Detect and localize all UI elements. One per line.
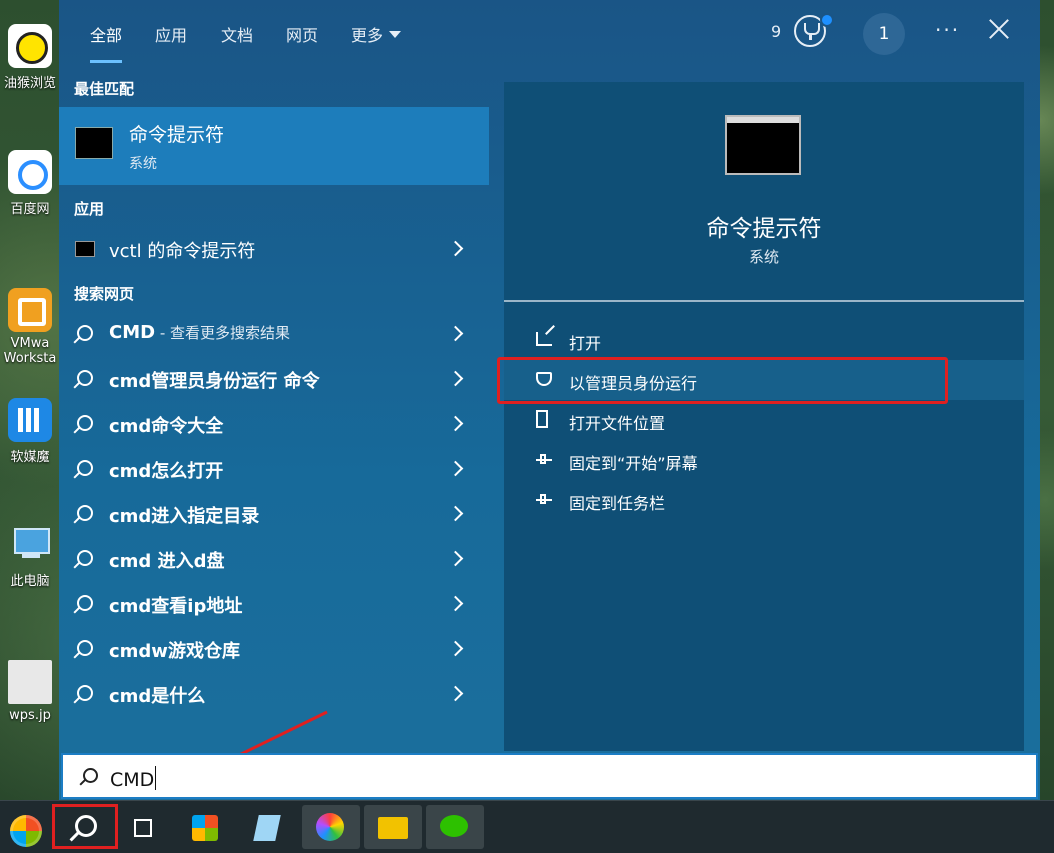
best-match-name: 命令提示符 bbox=[129, 124, 225, 146]
web-result-item[interactable]: cmdw游戏仓库 bbox=[59, 629, 489, 669]
search-icon bbox=[77, 550, 93, 566]
folder-icon bbox=[378, 817, 408, 839]
web-result-item[interactable]: cmd进入指定目录 bbox=[59, 494, 489, 534]
tab-bar: 全部 应用 文档 网页 更多 9 1 ··· bbox=[59, 0, 1040, 66]
search-icon bbox=[77, 505, 93, 521]
search-icon bbox=[77, 640, 93, 656]
windows-logo-icon bbox=[10, 815, 42, 847]
web-result-item[interactable]: cmd命令大全 bbox=[59, 404, 489, 444]
web-result-item[interactable]: CMD - 查看更多搜索结果 bbox=[59, 314, 489, 354]
browser-icon bbox=[8, 24, 52, 68]
desktop-icon-youhou-browser[interactable]: 油猴浏览 bbox=[0, 24, 60, 91]
wechat-icon bbox=[440, 815, 468, 837]
search-icon bbox=[77, 325, 93, 341]
account-avatar[interactable]: 1 bbox=[863, 13, 905, 55]
highlight-box-run-as-admin bbox=[497, 357, 948, 404]
image-file-icon bbox=[8, 660, 52, 704]
windows-tiles-icon bbox=[8, 398, 52, 442]
taskbar-app[interactable] bbox=[240, 805, 298, 849]
taskbar bbox=[0, 800, 1054, 853]
search-icon bbox=[77, 460, 93, 476]
preview-title: 命令提示符 bbox=[706, 216, 822, 242]
desktop-icon-ruanmei[interactable]: 软媒魔 bbox=[0, 398, 60, 465]
chevron-right-icon[interactable] bbox=[447, 240, 464, 257]
desktop-icon-vmware[interactable]: VMwa Worksta bbox=[0, 288, 60, 366]
web-result-item[interactable]: cmd查看ip地址 bbox=[59, 584, 489, 624]
section-best-match: 最佳匹配 bbox=[74, 80, 135, 98]
search-input-value: CMD bbox=[110, 769, 155, 791]
web-result-item[interactable]: cmd是什么 bbox=[59, 674, 489, 714]
folder-icon bbox=[536, 410, 548, 428]
chevron-right-icon[interactable] bbox=[447, 415, 464, 432]
pin-icon bbox=[536, 454, 552, 475]
action-open-file-location[interactable]: 打开文件位置 bbox=[504, 400, 1024, 440]
tab-apps[interactable]: 应用 bbox=[155, 22, 187, 46]
taskbar-wechat[interactable] bbox=[426, 805, 484, 849]
chevron-right-icon[interactable] bbox=[447, 595, 464, 612]
close-icon[interactable] bbox=[988, 18, 1010, 40]
search-icon bbox=[83, 768, 98, 783]
store-icon bbox=[192, 815, 218, 841]
best-match-item[interactable]: 命令提示符 系统 bbox=[59, 107, 489, 185]
desktop-icon-wps-jpg[interactable]: wps.jp bbox=[0, 660, 60, 723]
more-options-icon[interactable]: ··· bbox=[935, 18, 960, 42]
chevron-down-icon bbox=[389, 31, 402, 38]
desktop-icon-this-pc[interactable]: 此电脑 bbox=[0, 522, 60, 589]
search-icon bbox=[77, 415, 93, 431]
app-item-vctl[interactable]: vctl 的命令提示符 bbox=[59, 229, 489, 269]
taskbar-browser[interactable] bbox=[302, 805, 360, 849]
results-list: 最佳匹配 命令提示符 系统 应用 vctl 的命令提示符 搜索网页 CMD - … bbox=[59, 66, 489, 751]
taskbar-file-explorer[interactable] bbox=[364, 805, 422, 849]
tab-more-label: 更多 bbox=[351, 26, 384, 45]
divider bbox=[504, 300, 1024, 302]
chevron-right-icon[interactable] bbox=[447, 505, 464, 522]
web-result-item[interactable]: cmd管理员身份运行 命令 bbox=[59, 359, 489, 399]
start-button[interactable] bbox=[0, 805, 58, 849]
best-match-type: 系统 bbox=[129, 156, 157, 172]
rewards-trophy-icon[interactable] bbox=[794, 13, 834, 47]
desktop-icon-baidu-netdisk[interactable]: 百度网 bbox=[0, 150, 60, 217]
pin-icon bbox=[536, 494, 552, 515]
section-web-search: 搜索网页 bbox=[74, 285, 135, 303]
tab-web[interactable]: 网页 bbox=[286, 22, 318, 46]
chevron-right-icon[interactable] bbox=[447, 550, 464, 567]
text-cursor bbox=[155, 766, 157, 790]
taskbar-search-button[interactable] bbox=[52, 804, 118, 849]
command-prompt-icon bbox=[725, 115, 801, 175]
rewards-points: 9 bbox=[771, 22, 782, 41]
taskbar-store[interactable] bbox=[178, 805, 236, 849]
action-pin-to-start[interactable]: 固定到“开始”屏幕 bbox=[504, 440, 1024, 480]
open-icon bbox=[536, 332, 552, 346]
search-icon bbox=[77, 685, 93, 701]
chevron-right-icon[interactable] bbox=[447, 640, 464, 657]
notification-dot bbox=[820, 13, 834, 27]
command-prompt-icon bbox=[75, 241, 95, 257]
command-prompt-icon bbox=[75, 127, 113, 159]
action-pin-to-taskbar[interactable]: 固定到任务栏 bbox=[504, 480, 1024, 520]
task-view-button[interactable] bbox=[118, 805, 176, 849]
chevron-right-icon[interactable] bbox=[447, 460, 464, 477]
search-icon bbox=[75, 815, 97, 837]
search-icon bbox=[77, 595, 93, 611]
action-open[interactable]: 打开 bbox=[504, 320, 1024, 360]
vmware-icon bbox=[8, 288, 52, 332]
chevron-right-icon[interactable] bbox=[447, 325, 464, 342]
web-result-item[interactable]: cmd 进入d盘 bbox=[59, 539, 489, 579]
preview-pane: 命令提示符 系统 打开 以管理员身份运行 打开文件位置 固定到“开始”屏幕 固定… bbox=[504, 82, 1024, 751]
chevron-right-icon[interactable] bbox=[447, 685, 464, 702]
app-icon bbox=[253, 815, 281, 841]
tab-documents[interactable]: 文档 bbox=[221, 22, 253, 46]
computer-icon bbox=[8, 522, 52, 566]
preview-subtitle: 系统 bbox=[748, 248, 779, 266]
web-result-item[interactable]: cmd怎么打开 bbox=[59, 449, 489, 489]
search-icon bbox=[77, 370, 93, 386]
search-input[interactable]: CMD bbox=[61, 753, 1038, 799]
tab-all[interactable]: 全部 bbox=[90, 22, 123, 63]
chevron-right-icon[interactable] bbox=[447, 370, 464, 387]
tab-more[interactable]: 更多 bbox=[351, 22, 402, 46]
cloud-icon bbox=[8, 150, 52, 194]
task-view-icon bbox=[134, 819, 152, 837]
browser-icon bbox=[316, 813, 344, 841]
section-apps: 应用 bbox=[74, 200, 105, 218]
